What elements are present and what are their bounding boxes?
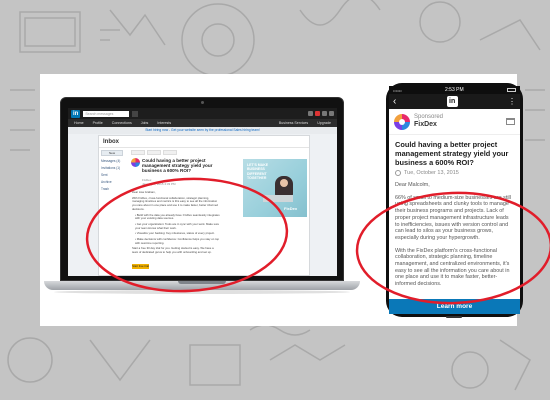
phone-home-indicator bbox=[446, 316, 462, 318]
nav-connections[interactable]: Connections bbox=[112, 121, 132, 125]
message-bullet: • Visualize your backlog: Key milestones… bbox=[135, 231, 215, 236]
message-subject: Could having a better project management… bbox=[395, 140, 509, 167]
laptop-base bbox=[44, 281, 360, 290]
notifications-icon[interactable] bbox=[315, 111, 320, 116]
sponsor-text: Sponsored FixDex bbox=[414, 114, 443, 129]
message-bullet: • Build with the data you already have: … bbox=[135, 212, 220, 221]
webcam bbox=[201, 101, 204, 104]
message-greeting: Dear Malcolm, bbox=[395, 182, 430, 188]
clock-icon bbox=[395, 170, 401, 176]
nav-business-services[interactable]: Business Services bbox=[279, 121, 308, 125]
learn-more-button[interactable]: Learn more bbox=[389, 299, 520, 314]
linkedin-top-bar: in Search messages bbox=[68, 108, 337, 119]
ad-logo: FixDex bbox=[284, 206, 298, 211]
sponsor-row: Sponsored FixDex bbox=[389, 109, 520, 135]
folder-messages[interactable]: Messages (4) bbox=[101, 159, 129, 163]
nav-jobs[interactable]: Jobs bbox=[141, 121, 149, 125]
inbox-title: Inbox bbox=[99, 136, 309, 148]
promo-banner[interactable]: Start hiring now - Get your website seen… bbox=[68, 127, 337, 134]
signal-indicator: •••oo bbox=[393, 87, 402, 93]
ad-headline: LET'S MAKE BUSINESS DIFFERENT TOGETHER bbox=[247, 163, 269, 181]
more-options-icon[interactable]: ⋮ bbox=[508, 97, 516, 106]
app-header: ‹ in ⋮ bbox=[389, 94, 520, 109]
message-paragraph: 66% of small to medium-size businesses a… bbox=[395, 194, 511, 241]
inbox-sidebar: New Messages (4) Invitations (1) Sent Ar… bbox=[101, 150, 129, 194]
desktop-inbox-screen: in Search messages Home Profile Connecti… bbox=[68, 108, 337, 276]
message-body: Dear Lisa Graham, With FixDex, cross-fun… bbox=[132, 190, 220, 257]
compose-button[interactable]: New bbox=[101, 150, 123, 156]
messages-icon[interactable] bbox=[308, 111, 313, 116]
forward-button[interactable] bbox=[147, 150, 161, 155]
inbox-panel: Inbox New Messages (4) Invitations (1) S… bbox=[98, 135, 310, 276]
fixdex-ad-image[interactable]: LET'S MAKE BUSINESS DIFFERENT TOGETHER F… bbox=[243, 159, 307, 217]
sponsored-message: Could having a better project management… bbox=[131, 150, 309, 276]
start-trial-button[interactable]: Start free trial bbox=[132, 264, 149, 269]
message-date: Tue, October 13, 2015 bbox=[404, 170, 459, 176]
status-bar: •••oo 2:53 PM bbox=[389, 86, 520, 94]
main-nav: Home Profile Connections Jobs Interests … bbox=[68, 119, 337, 127]
message-bullet: • Get your organization: Tools are in sy… bbox=[135, 221, 220, 230]
search-button[interactable] bbox=[132, 110, 139, 117]
folder-sent[interactable]: Sent bbox=[101, 173, 129, 177]
back-chevron-icon[interactable]: ‹ bbox=[393, 96, 396, 107]
message-bullet: • Make decisions with confidence: Confid… bbox=[135, 237, 220, 245]
message-date: January 7, 2015 4:33 PM bbox=[142, 182, 176, 186]
message-paragraph: With FixDex, cross-functional collaborat… bbox=[132, 195, 218, 211]
laptop-mockup: in Search messages Home Profile Connecti… bbox=[60, 97, 344, 281]
add-connections-icon[interactable] bbox=[322, 111, 327, 116]
nav-profile[interactable]: Profile bbox=[93, 121, 103, 125]
nav-upgrade[interactable]: Upgrade bbox=[317, 121, 331, 125]
message-closing: Start a free 30 day trial for you. Getti… bbox=[132, 246, 214, 255]
folder-archive[interactable]: Archive bbox=[101, 180, 129, 184]
folder-invitations[interactable]: Invitations (1) bbox=[101, 166, 129, 170]
top-icons bbox=[308, 111, 334, 116]
mobile-message-screen: •••oo 2:53 PM ‹ in ⋮ Sponsored FixDex Co… bbox=[389, 86, 520, 314]
share-icon[interactable] bbox=[506, 118, 515, 125]
message-meta: FixDex January 7, 2015 4:33 PM bbox=[142, 178, 176, 186]
message-greeting: Dear Lisa Graham, bbox=[132, 190, 156, 194]
message-header: Could having a better project management… bbox=[131, 158, 223, 174]
avatar[interactable] bbox=[329, 111, 334, 116]
folder-trash[interactable]: Trash bbox=[101, 187, 129, 191]
message-actions bbox=[131, 150, 223, 155]
message-body: Dear Malcolm, 66% of small to medium-siz… bbox=[389, 179, 520, 288]
reply-button[interactable] bbox=[131, 150, 145, 155]
nav-interests[interactable]: Interests bbox=[157, 121, 171, 125]
message-date-row: Tue, October 13, 2015 bbox=[389, 167, 520, 179]
message-paragraph: With the FixDex platform's cross-functio… bbox=[395, 247, 510, 288]
ad-laptop-illustration bbox=[263, 195, 293, 202]
nav-home[interactable]: Home bbox=[74, 121, 84, 125]
status-time: 2:53 PM bbox=[445, 87, 464, 93]
ad-person-illustration bbox=[275, 176, 293, 196]
battery-icon bbox=[507, 88, 516, 92]
fixdex-logo-icon bbox=[394, 113, 410, 130]
message-subject: Could having a better project management… bbox=[142, 158, 213, 174]
linkedin-logo[interactable]: in bbox=[71, 109, 81, 118]
fixdex-logo-icon bbox=[131, 158, 140, 167]
sponsored-label: Sponsored bbox=[414, 114, 444, 120]
laptop-shadow bbox=[54, 290, 350, 294]
search-input[interactable]: Search messages bbox=[83, 110, 130, 117]
delete-button[interactable] bbox=[163, 150, 177, 155]
linkedin-logo: in bbox=[446, 96, 458, 107]
company-name[interactable]: FixDex bbox=[414, 121, 437, 128]
